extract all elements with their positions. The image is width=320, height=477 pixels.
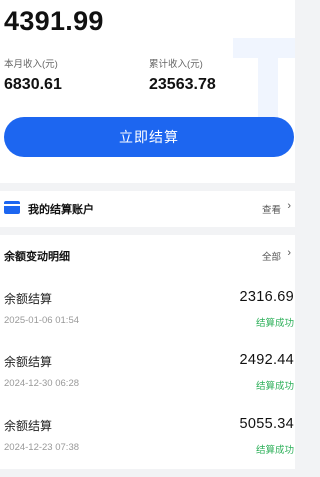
- transaction-amount: 2492.44: [239, 352, 294, 368]
- transaction-row[interactable]: 余额结算 2024-12-23 07:38 5055.34 结算成功: [0, 416, 295, 477]
- balance-card: 4391.99 本月收入(元) 6830.61 累计收入(元) 23563.78…: [0, 0, 295, 183]
- chevron-right-icon: ›: [287, 200, 291, 212]
- transaction-name: 余额结算: [4, 292, 53, 306]
- total-income-value: 23563.78: [149, 76, 216, 93]
- settlement-account-row[interactable]: 我的结算账户 查看 ›: [0, 191, 295, 227]
- transaction-amount: 5055.34: [239, 416, 294, 432]
- transaction-status: 结算成功: [255, 381, 294, 392]
- transaction-name: 余额结算: [4, 355, 53, 369]
- settle-now-button[interactable]: 立即结算: [4, 117, 294, 157]
- account-title: 我的结算账户: [28, 204, 94, 216]
- transaction-time: 2024-12-23 07:38: [4, 442, 80, 453]
- transaction-status: 结算成功: [255, 318, 294, 329]
- transaction-row[interactable]: 余额结算 2024-12-30 06:28 2492.44 结算成功: [0, 352, 295, 413]
- view-account-link[interactable]: 查看: [262, 202, 281, 216]
- month-income-value: 6830.61: [4, 76, 62, 93]
- details-title: 余额变动明细: [4, 251, 70, 263]
- month-income-label: 本月收入(元): [4, 59, 58, 70]
- total-income-label: 累计收入(元): [149, 59, 203, 70]
- transaction-name: 余额结算: [4, 419, 53, 433]
- transaction-amount: 2316.69: [239, 289, 294, 305]
- view-all-link[interactable]: 全部: [262, 249, 281, 263]
- card-icon: [4, 201, 20, 214]
- transaction-status: 结算成功: [255, 445, 294, 456]
- transaction-row[interactable]: 余额结算 2025-01-06 01:54 2316.69 结算成功: [0, 289, 295, 350]
- transaction-time: 2024-12-30 06:28: [4, 378, 80, 389]
- balance-amount: 4391.99: [4, 6, 104, 36]
- chevron-right-icon: ›: [287, 247, 291, 259]
- balance-details-section: 余额变动明细 全部 › 余额结算 2025-01-06 01:54 2316.6…: [0, 235, 295, 469]
- transaction-time: 2025-01-06 01:54: [4, 315, 80, 326]
